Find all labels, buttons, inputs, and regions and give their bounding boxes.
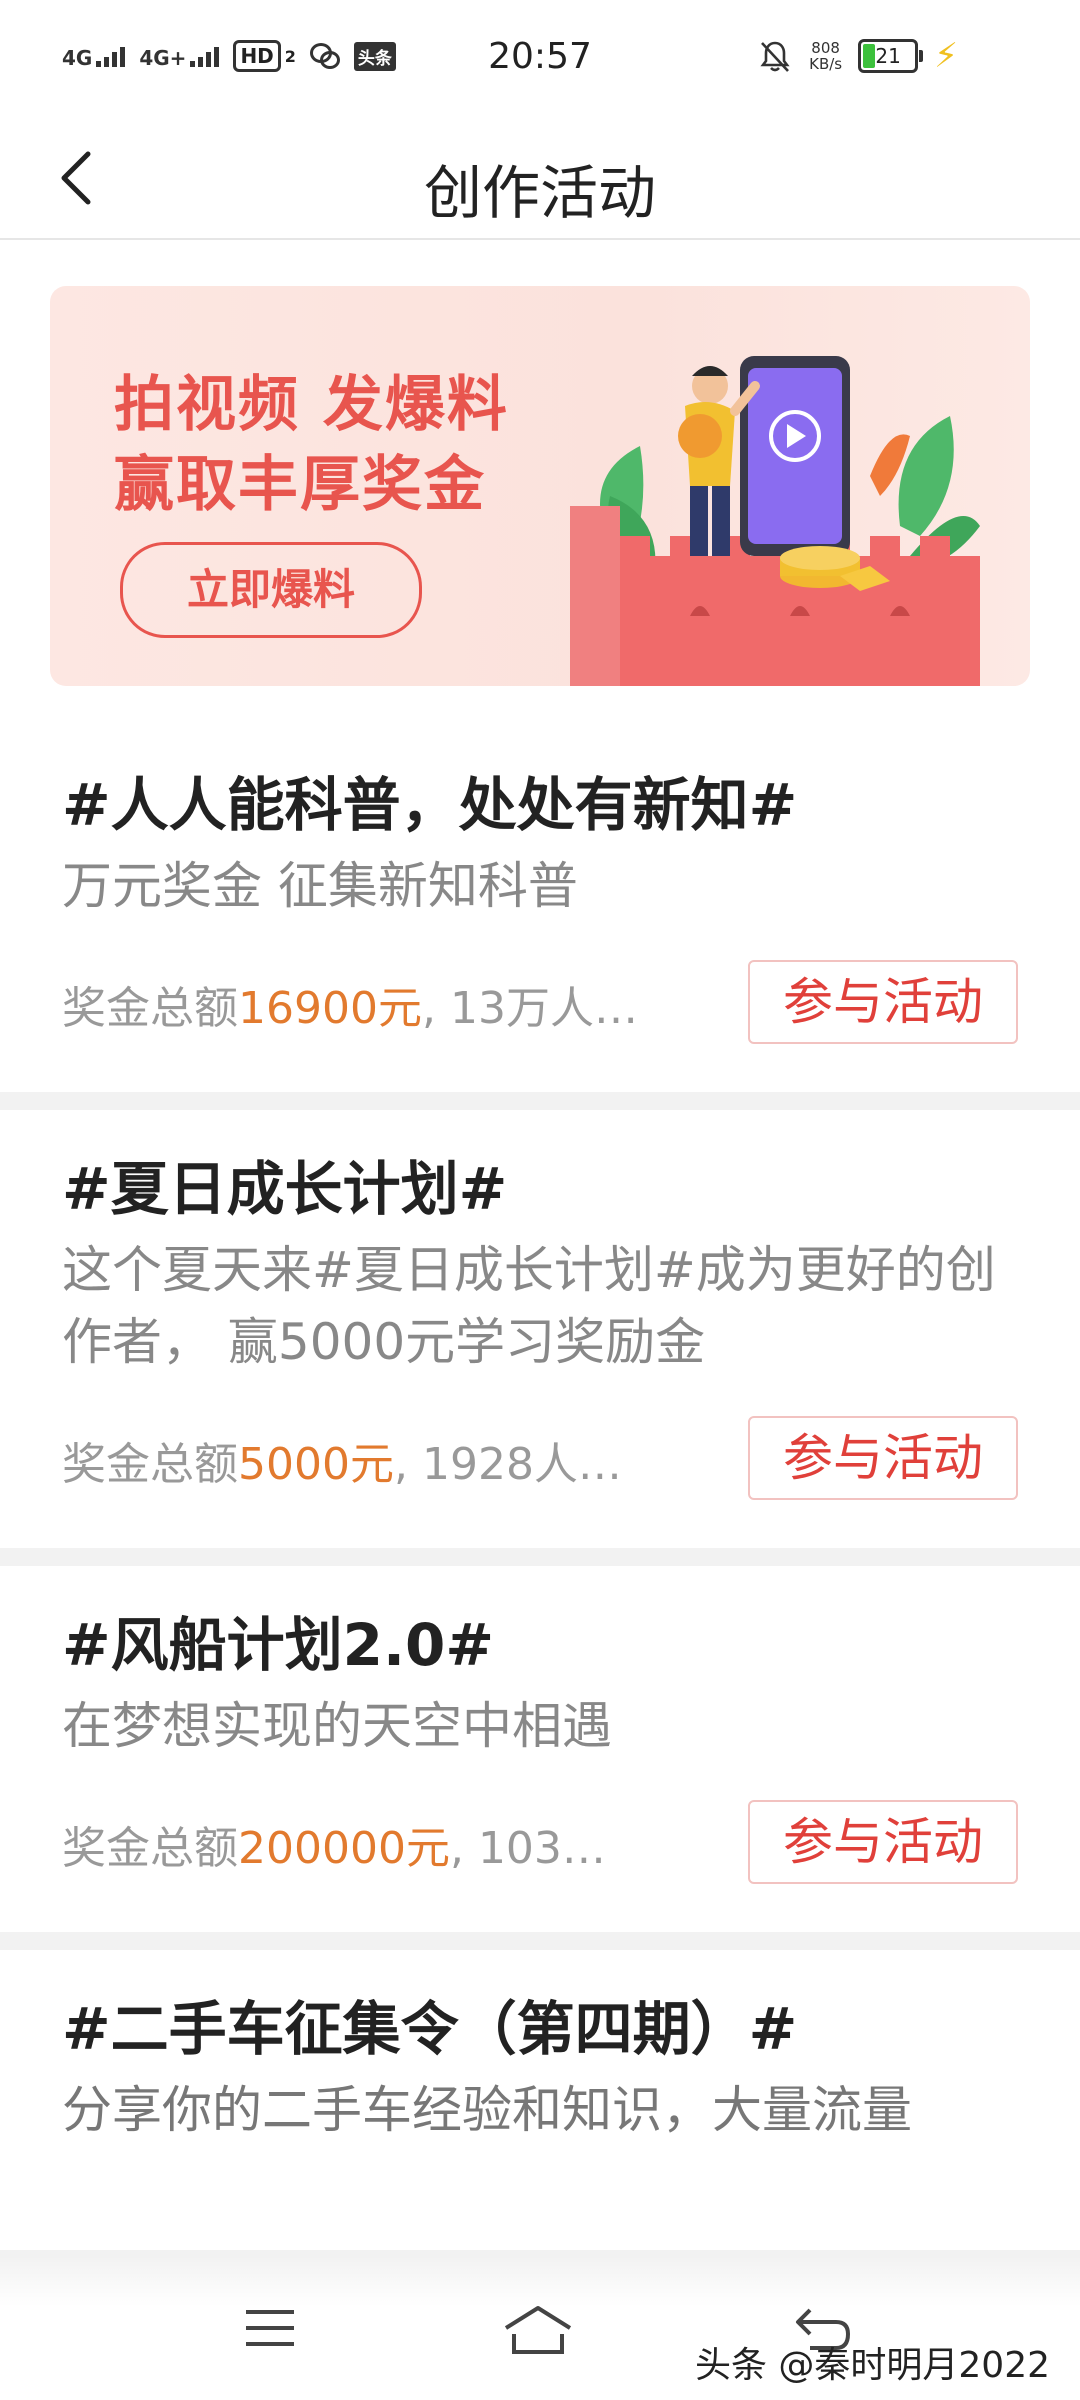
activity-meta: 奖金总额200000元, 103… [62, 1823, 606, 1874]
watermark: 头条 @秦时明月2022 [694, 2345, 1050, 2386]
charging-icon: ⚡ [934, 36, 958, 76]
activity-footer: 奖金总额16900元, 13万人… 参与活动 [62, 960, 1018, 1044]
banner-illustration [570, 356, 980, 686]
page-title: 创作活动 [423, 159, 656, 227]
bell-muted-icon [760, 41, 790, 72]
activity-desc: 分享你的二手车经验和知识，大量流量 [62, 2081, 912, 2139]
activity-footer: 奖金总额200000元, 103… 参与活动 [62, 1800, 1018, 1884]
banner-line-2: 赢取丰厚奖金 [114, 450, 486, 520]
activity-desc: 这个夏天来#夏日成长计划#成为更好的创作者， 赢5000元学习奖励金 [62, 1241, 996, 1371]
activity-meta: 奖金总额5000元, 1928人… [62, 1439, 622, 1490]
prize-amount: 16900元 [238, 983, 422, 1034]
menu-icon[interactable] [240, 2302, 300, 2354]
activity-card[interactable]: #夏日成长计划# 这个夏天来#夏日成长计划#成为更好的创作者， 赢5000元学习… [0, 1110, 1080, 1548]
prize-amount: 200000元 [238, 1823, 450, 1874]
activity-desc: 在梦想实现的天空中相遇 [62, 1697, 612, 1755]
battery-icon: 21 [858, 39, 924, 73]
net-speed: 808 KB/s [809, 39, 843, 73]
activity-footer: 奖金总额5000元, 1928人… 参与活动 [62, 1416, 1018, 1500]
activity-card[interactable]: #人人能科普，处处有新知# 万元奖金 征集新知科普 奖金总额16900元, 13… [0, 726, 1080, 1092]
activity-title: #人人能科普，处处有新知# [62, 771, 798, 839]
join-activity-button[interactable]: 参与活动 [748, 960, 1018, 1044]
status-bar-right: 808 KB/s 21 ⚡ [757, 36, 958, 76]
home-icon[interactable] [500, 2302, 576, 2358]
activity-card[interactable]: #风船计划2.0# 在梦想实现的天空中相遇 奖金总额200000元, 103… … [0, 1566, 1080, 1932]
header: 创作活动 [0, 120, 1080, 240]
prize-amount: 5000元 [238, 1439, 394, 1490]
activity-title: #风船计划2.0# [62, 1611, 494, 1679]
activity-card[interactable]: #二手车征集令（第四期）# 分享你的二手车经验和知识，大量流量 [0, 1950, 1080, 2250]
banner-line-1: 拍视频 发爆料 [114, 370, 509, 440]
report-now-button[interactable]: 立即爆料 [120, 542, 422, 638]
join-activity-button[interactable]: 参与活动 [748, 1800, 1018, 1884]
main-content: 拍视频 发爆料 赢取丰厚奖金 立即爆料 #人人能科普，处处有新知# 万元奖金 征… [0, 240, 1080, 2250]
banner-section: 拍视频 发爆料 赢取丰厚奖金 立即爆料 [0, 240, 1080, 726]
status-bar: 4G 4G+ HD 2 头条 20:57 808 KB/s 21 ⚡ [0, 0, 1080, 120]
activity-title: #二手车征集令（第四期）# [62, 1995, 798, 2063]
activity-meta: 奖金总额16900元, 13万人… [62, 983, 638, 1034]
join-activity-button[interactable]: 参与活动 [748, 1416, 1018, 1500]
promo-banner[interactable]: 拍视频 发爆料 赢取丰厚奖金 立即爆料 [50, 286, 1030, 686]
activity-desc: 万元奖金 征集新知科普 [62, 857, 578, 915]
activity-title: #夏日成长计划# [62, 1155, 508, 1223]
